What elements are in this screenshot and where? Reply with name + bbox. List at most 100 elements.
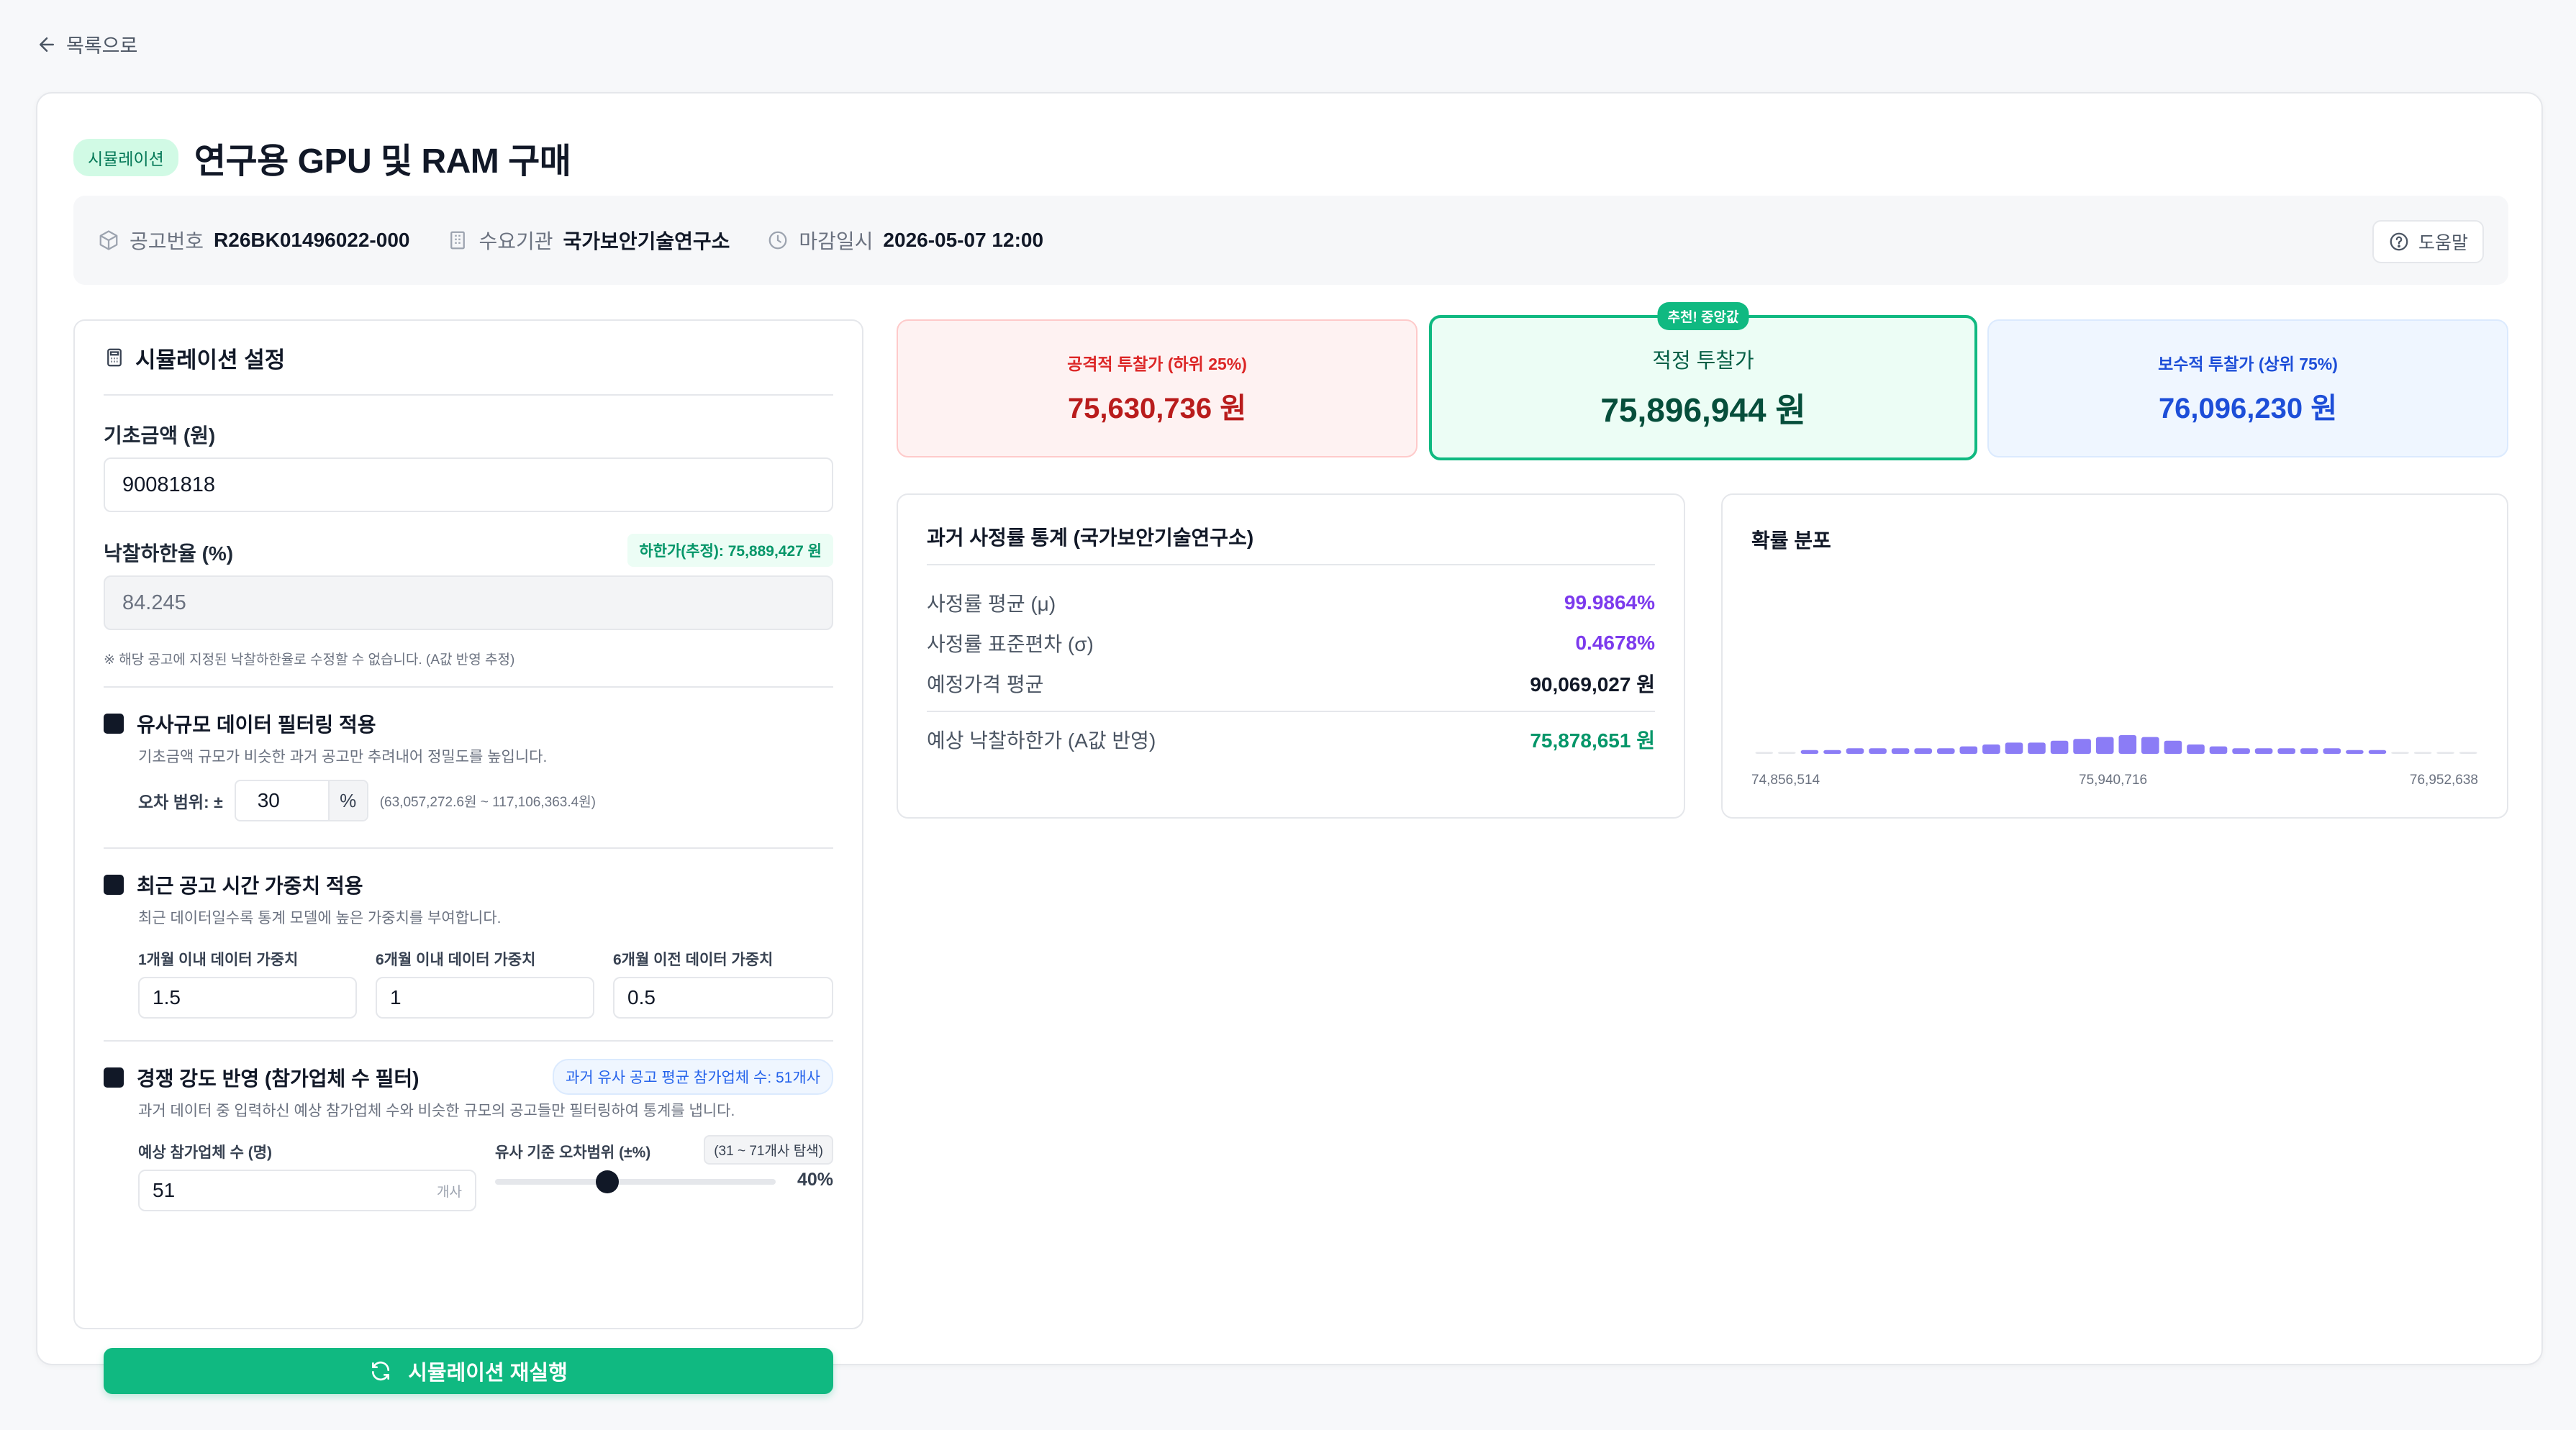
distribution-bar xyxy=(1869,748,1887,754)
notice-number: 공고번호 R26BK01496022-000 xyxy=(98,226,409,255)
box-icon xyxy=(99,230,118,250)
back-to-list-link[interactable]: 목록으로 xyxy=(36,30,137,58)
distribution-bar xyxy=(2346,750,2364,754)
optimal-bid-label: 적정 투찰가 xyxy=(1652,350,1754,373)
size-filter-desc: 기초금액 규모가 비슷한 과거 공고만 추려내어 정밀도를 높입니다. xyxy=(138,749,548,765)
notice-info-bar: 공고번호 R26BK01496022-000 수요기관 국가보안기술연구소 마감… xyxy=(73,196,2508,285)
weight-6m-label: 6개월 이내 데이터 가중치 xyxy=(376,952,536,968)
time-weight-checkbox[interactable] xyxy=(104,875,124,895)
x-axis-mid-label: 75,940,716 xyxy=(2079,773,2148,788)
size-range-input[interactable]: 30 xyxy=(236,781,328,820)
calculator-icon xyxy=(107,348,122,367)
settings-panel: 시뮬레이션 설정 기초금액 (원) 90081818 낙찰하한율 (%) 하한가… xyxy=(73,319,863,1394)
recommended-badge: 추천! 중앙값 xyxy=(1657,302,1749,330)
weight-6m-input[interactable]: 1 xyxy=(376,977,594,1019)
size-range-row: 오차 범위: ± 30 % (63,057,272.6원 ~ 117,106,3… xyxy=(138,780,596,821)
participant-count-label: 예상 참가업체 수 (명) xyxy=(138,1144,273,1161)
stat-expected-label: 예상 낙찰하한가 (A값 반영) xyxy=(927,729,1156,752)
competition-toggle[interactable]: 경쟁 강도 반영 (참가업체 수 필터) xyxy=(104,1063,419,1092)
time-weight-toggle[interactable]: 최근 공고 시간 가중치 적용 xyxy=(104,870,363,899)
lower-rate-note: ※ 해당 공고에 지정된 낙찰하한율로 수정할 수 없습니다. (A값 반영 추… xyxy=(104,652,515,668)
participant-count-input[interactable]: 51 xyxy=(153,1179,175,1202)
stat-mean-label: 사정률 평균 (μ) xyxy=(927,593,1056,615)
distribution-bar xyxy=(2391,752,2409,754)
rerun-simulation-button[interactable]: 시뮬레이션 재실행 xyxy=(104,1348,833,1394)
stat-expected-value: 75,878,651 원 xyxy=(1530,729,1655,752)
distribution-bar xyxy=(2254,748,2273,754)
aggressive-bid-card: 공격적 투찰가 (하위 25%) 75,630,736 원 xyxy=(897,319,1418,457)
distribution-bar xyxy=(1778,752,1796,754)
probability-distribution-panel: 확률 분포 74,856,514 75,940,716 76,952,638 xyxy=(1721,493,2508,819)
stat-mean-value: 99.9864% xyxy=(1564,591,1655,614)
question-circle-icon xyxy=(2390,232,2408,251)
divider xyxy=(104,686,833,688)
page-title: 연구용 GPU 및 RAM 구매 xyxy=(194,142,571,181)
base-amount-input[interactable]: 90081818 xyxy=(104,457,833,512)
distribution-bar xyxy=(2436,752,2454,754)
rerun-label: 시뮬레이션 재실행 xyxy=(408,1362,568,1385)
distribution-bar xyxy=(1937,748,1955,754)
size-filter-checkbox[interactable] xyxy=(104,714,124,734)
range-label: 유사 기준 오차범위 (±%) xyxy=(495,1144,651,1161)
stat-std-row: 사정률 표준편차 (σ) 0.4678% xyxy=(927,623,1655,663)
distribution-bar xyxy=(2209,746,2228,754)
stats-title: 과거 사정률 통계 (국가보안기술연구소) xyxy=(927,495,1655,565)
simulation-badge: 시뮬레이션 xyxy=(73,139,178,176)
range-slider-thumb[interactable] xyxy=(596,1170,619,1193)
distribution-chart xyxy=(1755,735,2477,754)
distribution-bar xyxy=(2050,740,2069,754)
divider xyxy=(104,847,833,849)
participant-count-field[interactable]: 51 개사 xyxy=(138,1170,476,1211)
time-weight-desc: 최근 데이터일수록 통계 모델에 높은 가중치를 부여합니다. xyxy=(138,910,502,926)
weight-old-input[interactable]: 0.5 xyxy=(613,977,833,1019)
distribution-bar xyxy=(1959,746,1978,754)
refresh-icon xyxy=(372,1361,390,1381)
competition-label: 경쟁 강도 반영 (참가업체 수 필터) xyxy=(137,1067,419,1090)
participant-unit: 개사 xyxy=(437,1184,462,1200)
distribution-bar xyxy=(1846,748,1864,754)
size-range-hint: (63,057,272.6원 ~ 117,106,363.4원) xyxy=(379,794,597,810)
distribution-bar xyxy=(2073,739,2091,754)
stat-mean-row: 사정률 평균 (μ) 99.9864% xyxy=(927,583,1655,623)
clock-icon xyxy=(769,231,787,250)
divider xyxy=(927,711,1655,712)
help-label: 도움말 xyxy=(2418,233,2468,253)
aggressive-bid-value: 75,630,736 원 xyxy=(1067,393,1247,424)
competition-checkbox[interactable] xyxy=(104,1067,124,1088)
size-range-label: 오차 범위: ± xyxy=(138,793,223,811)
lower-rate-label: 낙찰하한율 (%) xyxy=(104,542,234,565)
weight-1m-input[interactable]: 1.5 xyxy=(138,977,357,1019)
x-axis-min-label: 74,856,514 xyxy=(1751,773,1820,788)
size-filter-label: 유사규모 데이터 필터링 적용 xyxy=(137,714,376,736)
building-icon xyxy=(450,231,466,250)
stat-expected-row: 예상 낙찰하한가 (A값 반영) 75,878,651 원 xyxy=(927,719,1655,760)
conservative-bid-label: 보수적 투찰가 (상위 75%) xyxy=(2158,355,2338,373)
distribution-bar xyxy=(2141,737,2159,754)
distribution-bar xyxy=(1823,750,1841,754)
distribution-bar xyxy=(1982,744,2000,754)
size-range-field: 30 % xyxy=(234,780,368,821)
size-filter-toggle[interactable]: 유사규모 데이터 필터링 적용 xyxy=(104,709,376,738)
distribution-bar xyxy=(2164,740,2182,754)
avg-participants-chip: 과거 유사 공고 평균 참가업체 수: 51개사 xyxy=(553,1059,833,1095)
distribution-bar xyxy=(2187,744,2205,754)
conservative-bid-card: 보수적 투찰가 (상위 75%) 76,096,230 원 xyxy=(1987,319,2508,457)
distribution-bar xyxy=(2277,748,2295,754)
distribution-bar xyxy=(2368,750,2387,754)
distribution-bar xyxy=(2413,752,2432,754)
lower-rate-input: 84.245 xyxy=(104,575,833,630)
stat-price-avg-row: 예정가격 평균 90,069,027 원 xyxy=(927,663,1655,703)
stat-std-value: 0.4678% xyxy=(1575,632,1655,654)
distribution-bar xyxy=(2232,748,2250,754)
weight-old-label: 6개월 이전 데이터 가중치 xyxy=(613,952,774,968)
stat-price-avg-value: 90,069,027 원 xyxy=(1530,673,1655,696)
weight-1m-label: 1개월 이내 데이터 가중치 xyxy=(138,952,299,968)
settings-title-text: 시뮬레이션 설정 xyxy=(135,347,286,373)
distribution-bar xyxy=(2323,748,2341,754)
help-button[interactable]: 도움말 xyxy=(2372,220,2484,263)
deadline-label: 마감일시 xyxy=(799,230,874,252)
distribution-bar xyxy=(2028,742,2046,754)
deadline: 마감일시 2026-05-07 12:00 xyxy=(767,226,1043,255)
range-slider-track[interactable] xyxy=(495,1170,776,1193)
notice-number-value: R26BK01496022-000 xyxy=(214,229,410,251)
